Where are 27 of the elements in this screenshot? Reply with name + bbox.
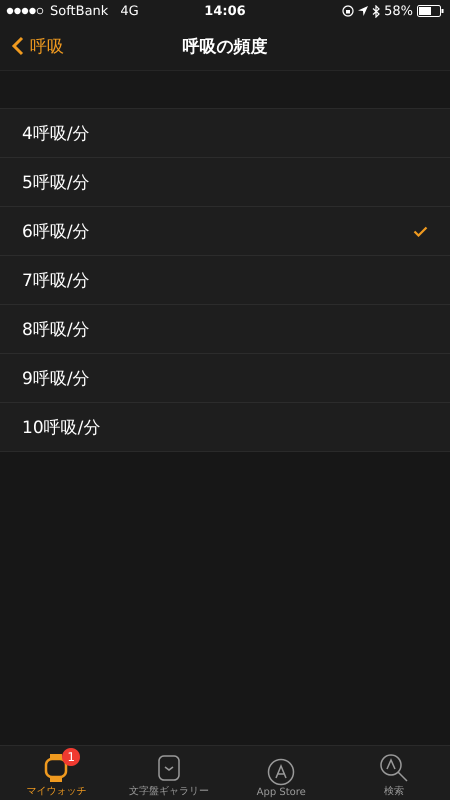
rotation-lock-icon <box>342 5 354 17</box>
option-row[interactable]: 4呼吸/分 <box>0 109 450 158</box>
bluetooth-icon <box>372 4 380 18</box>
signal-icon <box>6 7 46 15</box>
page-title: 呼吸の頻度 <box>182 36 268 58</box>
network-type: 4G <box>120 4 139 18</box>
option-row[interactable]: 10呼吸/分 <box>0 403 450 451</box>
option-row[interactable]: 8呼吸/分 <box>0 305 450 354</box>
tab-item[interactable]: 検索 <box>338 746 450 800</box>
option-row[interactable]: 7呼吸/分 <box>0 256 450 305</box>
option-row[interactable]: 9呼吸/分 <box>0 354 450 403</box>
app-store-icon <box>267 758 296 786</box>
option-row[interactable]: 6呼吸/分 <box>0 207 450 256</box>
carrier-name: SoftBank <box>50 4 108 18</box>
tab-item[interactable]: 1 マイウォッチ <box>0 746 112 800</box>
tab-item[interactable]: App Store <box>225 746 338 800</box>
chevron-left-icon <box>12 36 24 56</box>
watch-face-icon <box>158 753 180 783</box>
battery-icon <box>417 5 444 17</box>
notification-badge: 1 <box>62 748 80 766</box>
clock-time: 14:06 <box>204 4 246 18</box>
battery-percent: 58% <box>384 4 413 18</box>
search-icon <box>378 753 409 783</box>
tab-item[interactable]: 文字盤ギャラリー <box>112 746 225 800</box>
back-button[interactable]: 呼吸 <box>0 34 76 58</box>
location-arrow-icon <box>358 6 368 16</box>
option-row[interactable]: 5呼吸/分 <box>0 158 450 207</box>
